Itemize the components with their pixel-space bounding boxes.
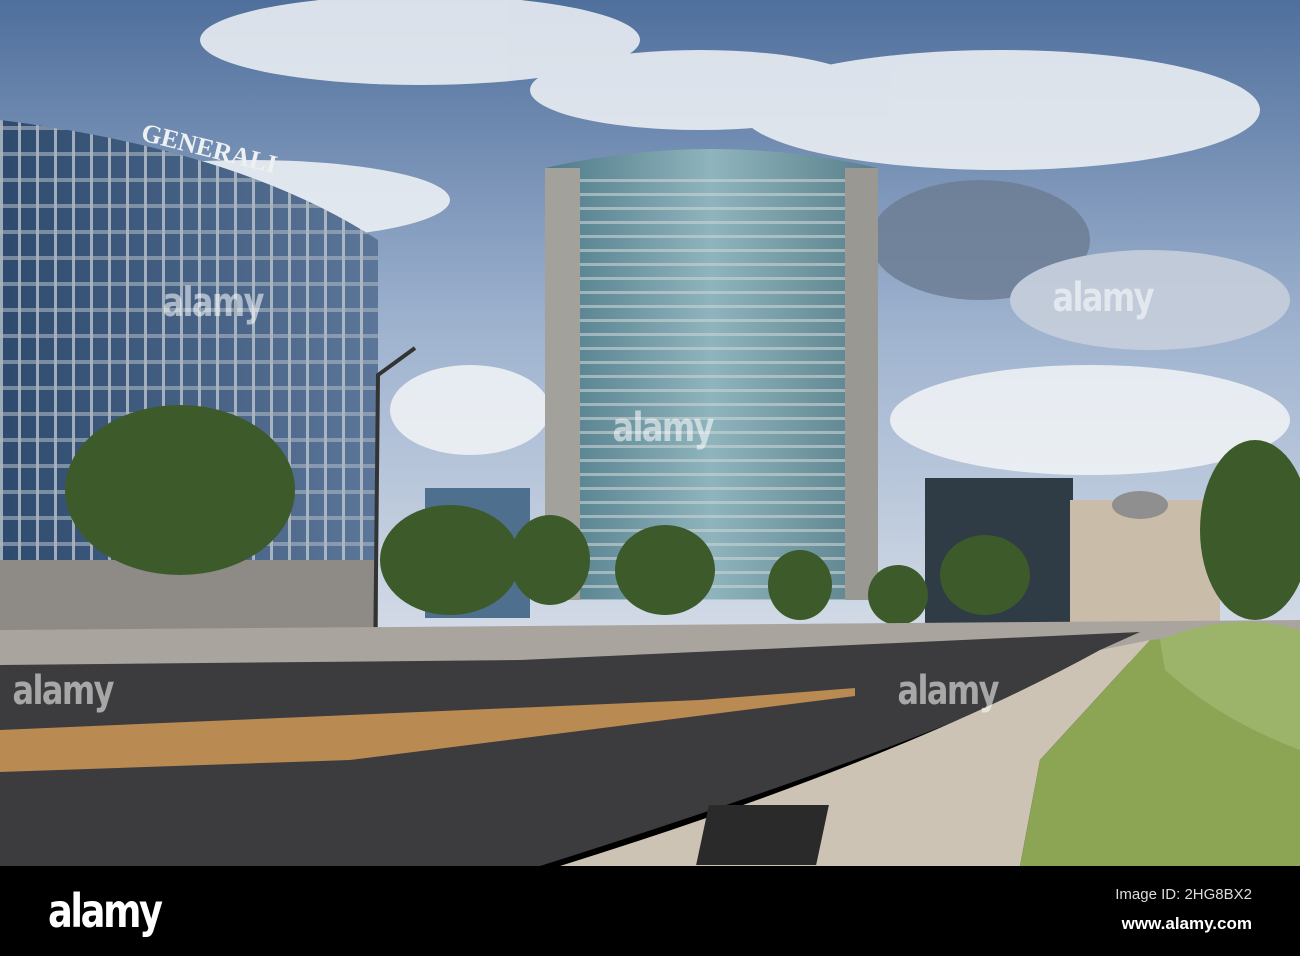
image-id: Image ID: 2HG8BX2 [1115,886,1252,903]
alamy-logo: alamy [48,884,163,938]
footer-bar: alamy Image ID: 2HG8BX2 www.alamy.com [0,866,1300,956]
watermark: alamy [12,668,115,714]
stock-photo: GENERALI alamy alamy alamy alamy alamy a… [0,0,1300,956]
drain-grate [696,805,829,865]
watermark: alamy [897,668,1000,714]
site-url: www.alamy.com [1121,914,1252,933]
watermark: alamy [162,280,265,326]
watermark: alamy [1052,275,1155,321]
pirelli-tower [545,149,878,600]
watermark: alamy [612,405,715,451]
